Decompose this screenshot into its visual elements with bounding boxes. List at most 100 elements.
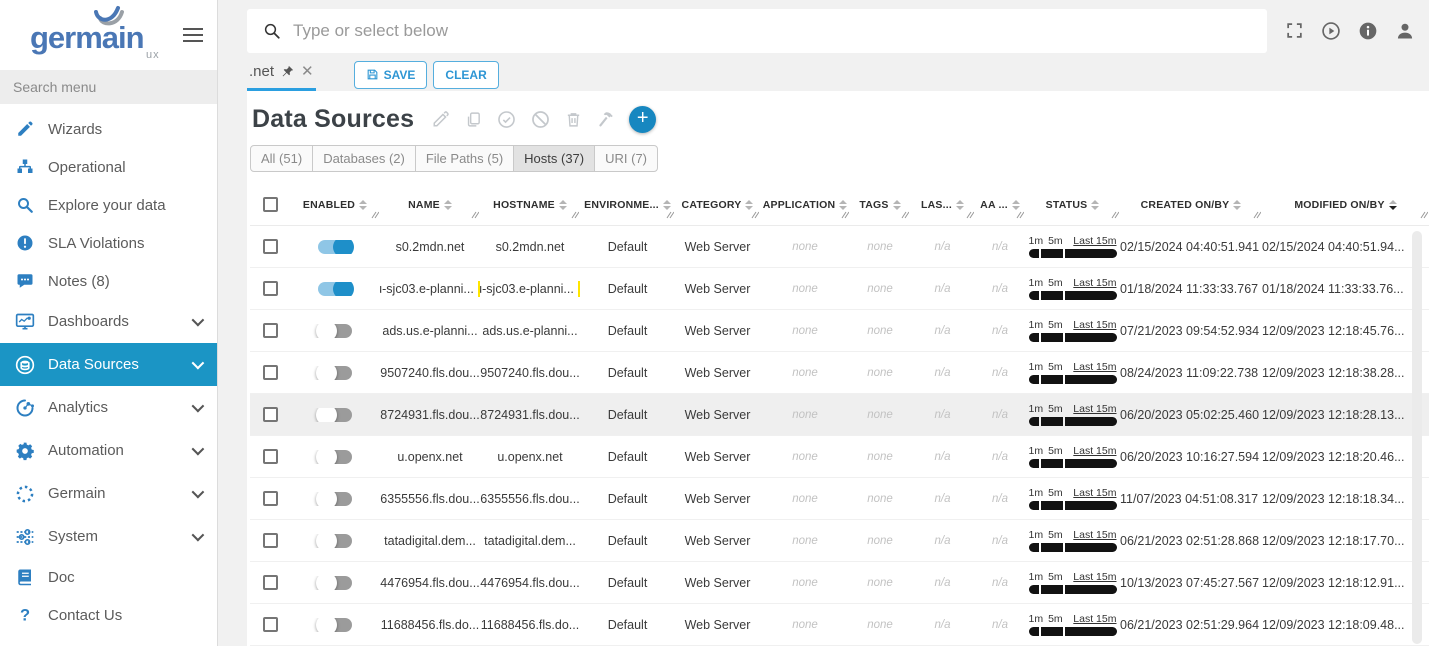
sidebar-search-input[interactable] xyxy=(0,70,217,104)
column-resize-handle[interactable] xyxy=(901,210,909,222)
close-icon[interactable]: ✕ xyxy=(301,64,314,79)
status-label-last15m[interactable]: Last 15m xyxy=(1073,529,1116,541)
sidebar-item-germain[interactable]: Germain xyxy=(0,472,217,515)
column-header-tags[interactable]: TAGS xyxy=(850,184,910,225)
table-row[interactable]: ads.us.e-planni...ads.us.e-planni...Defa… xyxy=(250,310,1429,352)
column-resize-handle[interactable] xyxy=(666,210,674,222)
sort-icon[interactable] xyxy=(444,200,452,210)
row-checkbox[interactable] xyxy=(263,533,278,548)
sidebar-item-operational[interactable]: Operational xyxy=(0,148,217,186)
enabled-toggle[interactable] xyxy=(318,282,352,296)
sidebar-item-system[interactable]: System xyxy=(0,515,217,558)
enabled-toggle[interactable] xyxy=(318,576,352,590)
enabled-toggle[interactable] xyxy=(318,492,352,506)
copy-icon[interactable] xyxy=(465,111,482,128)
tab-databases-2[interactable]: Databases (2) xyxy=(312,145,416,172)
sidebar-item-sla-violations[interactable]: SLA Violations xyxy=(0,224,217,262)
column-header-las[interactable]: LAS... xyxy=(910,184,975,225)
column-header-application[interactable]: APPLICATION xyxy=(760,184,850,225)
status-label-last15m[interactable]: Last 15m xyxy=(1073,361,1116,373)
play-circle-icon[interactable] xyxy=(1321,21,1341,41)
status-widget[interactable]: 1m5mLast 15m xyxy=(1029,277,1117,300)
status-widget[interactable]: 1m5mLast 15m xyxy=(1029,487,1117,510)
row-checkbox[interactable] xyxy=(263,407,278,422)
sort-icon[interactable] xyxy=(745,200,753,210)
status-widget[interactable]: 1m5mLast 15m xyxy=(1029,571,1117,594)
status-widget[interactable]: 1m5mLast 15m xyxy=(1029,319,1117,342)
table-row[interactable]: 11688456.fls.do...11688456.fls.do...Defa… xyxy=(250,604,1429,646)
sort-icon[interactable] xyxy=(663,200,671,210)
table-row[interactable]: u-sjc03.e-planni...u-sjc03.e-planni...De… xyxy=(250,268,1429,310)
sort-icon[interactable] xyxy=(1389,200,1397,210)
row-checkbox[interactable] xyxy=(263,617,278,632)
status-widget[interactable]: 1m5mLast 15m xyxy=(1029,613,1117,636)
column-header-modified-on-by[interactable]: MODIFIED ON/BY xyxy=(1262,184,1429,225)
column-header-aa[interactable]: AA ... xyxy=(975,184,1025,225)
status-label-last15m[interactable]: Last 15m xyxy=(1073,487,1116,499)
status-widget[interactable]: 1m5mLast 15m xyxy=(1029,403,1117,426)
column-header-enabled[interactable]: ENABLED xyxy=(290,184,380,225)
table-row[interactable]: 6355556.fls.dou...6355556.fls.dou...Defa… xyxy=(250,478,1429,520)
row-checkbox[interactable] xyxy=(263,323,278,338)
tab-hosts-37[interactable]: Hosts (37) xyxy=(513,145,595,172)
column-resize-handle[interactable] xyxy=(1420,210,1428,222)
vertical-scrollbar[interactable] xyxy=(1412,231,1422,644)
enabled-toggle[interactable] xyxy=(318,324,352,338)
status-label-last15m[interactable]: Last 15m xyxy=(1073,235,1116,247)
enabled-toggle[interactable] xyxy=(318,534,352,548)
sidebar-item-contact-us[interactable]: ?Contact Us xyxy=(0,596,217,634)
column-resize-handle[interactable] xyxy=(966,210,974,222)
edit-icon[interactable] xyxy=(432,110,450,128)
column-header-status[interactable]: STATUS xyxy=(1025,184,1120,225)
table-row[interactable]: s0.2mdn.nets0.2mdn.netDefaultWeb Servern… xyxy=(250,226,1429,268)
global-search-input[interactable] xyxy=(293,21,1251,41)
table-row[interactable]: 8724931.fls.dou...8724931.fls.dou...Defa… xyxy=(250,394,1429,436)
column-resize-handle[interactable] xyxy=(471,210,479,222)
status-widget[interactable]: 1m5mLast 15m xyxy=(1029,235,1117,258)
column-resize-handle[interactable] xyxy=(371,210,379,222)
enabled-toggle[interactable] xyxy=(318,618,352,632)
column-header-environme[interactable]: ENVIRONME... xyxy=(580,184,675,225)
sidebar-item-wizards[interactable]: Wizards xyxy=(0,110,217,148)
add-button[interactable]: + xyxy=(629,106,656,133)
enabled-toggle[interactable] xyxy=(318,240,352,254)
sort-icon[interactable] xyxy=(956,200,964,210)
table-row[interactable]: u.openx.netu.openx.netDefaultWeb Servern… xyxy=(250,436,1429,478)
status-label-last15m[interactable]: Last 15m xyxy=(1073,445,1116,457)
tab-all-51[interactable]: All (51) xyxy=(250,145,313,172)
sidebar-item-explore-your-data[interactable]: Explore your data xyxy=(0,186,217,224)
status-widget[interactable]: 1m5mLast 15m xyxy=(1029,361,1117,384)
global-search[interactable] xyxy=(247,9,1267,53)
status-widget[interactable]: 1m5mLast 15m xyxy=(1029,529,1117,552)
table-row[interactable]: 9507240.fls.dou...9507240.fls.dou...Defa… xyxy=(250,352,1429,394)
status-widget[interactable]: 1m5mLast 15m xyxy=(1029,445,1117,468)
status-label-last15m[interactable]: Last 15m xyxy=(1073,319,1116,331)
sidebar-item-automation[interactable]: Automation xyxy=(0,429,217,472)
row-checkbox[interactable] xyxy=(263,449,278,464)
enabled-toggle[interactable] xyxy=(318,450,352,464)
sidebar-item-dashboards[interactable]: Dashboards xyxy=(0,300,217,343)
sort-icon[interactable] xyxy=(893,200,901,210)
table-row[interactable]: 4476954.fls.dou...4476954.fls.dou...Defa… xyxy=(250,562,1429,604)
column-header-created-on-by[interactable]: CREATED ON/BY xyxy=(1120,184,1262,225)
column-header-hostname[interactable]: HOSTNAME xyxy=(480,184,580,225)
column-resize-handle[interactable] xyxy=(1016,210,1024,222)
status-label-last15m[interactable]: Last 15m xyxy=(1073,571,1116,583)
tab-file-paths-5[interactable]: File Paths (5) xyxy=(415,145,514,172)
select-all-checkbox[interactable] xyxy=(263,197,278,212)
pin-icon[interactable] xyxy=(281,65,294,78)
enabled-toggle[interactable] xyxy=(318,366,352,380)
info-icon[interactable] xyxy=(1358,21,1378,41)
sort-icon[interactable] xyxy=(1233,200,1241,210)
tab-uri-7[interactable]: URI (7) xyxy=(594,145,658,172)
column-resize-handle[interactable] xyxy=(1111,210,1119,222)
column-resize-handle[interactable] xyxy=(751,210,759,222)
sidebar-item-analytics[interactable]: Analytics xyxy=(0,386,217,429)
sort-icon[interactable] xyxy=(559,200,567,210)
column-resize-handle[interactable] xyxy=(571,210,579,222)
column-header-category[interactable]: CATEGORY xyxy=(675,184,760,225)
row-checkbox[interactable] xyxy=(263,491,278,506)
user-icon[interactable] xyxy=(1395,21,1415,41)
save-button[interactable]: SAVE xyxy=(354,61,428,89)
column-header-name[interactable]: NAME xyxy=(380,184,480,225)
